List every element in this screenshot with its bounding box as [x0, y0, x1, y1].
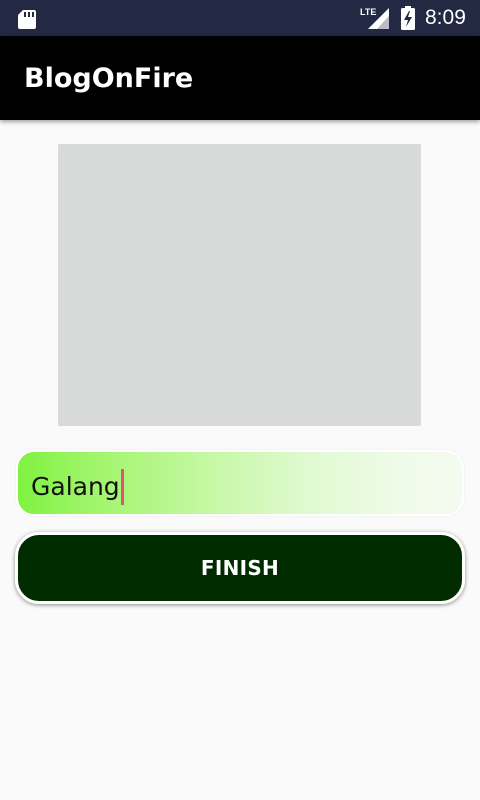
- name-input-value: Galang: [31, 472, 120, 501]
- app-title: BlogOnFire: [24, 63, 194, 94]
- lte-signal-icon: LTE: [360, 7, 389, 29]
- battery-charging-icon: [401, 6, 415, 30]
- name-input[interactable]: Galang: [16, 450, 464, 516]
- text-cursor: [120, 469, 124, 505]
- finish-button[interactable]: FINISH: [15, 532, 465, 604]
- name-input-text[interactable]: Galang: [31, 469, 124, 505]
- lte-label: LTE: [360, 7, 376, 17]
- status-bar: LTE 8:09: [0, 0, 480, 36]
- image-placeholder[interactable]: [58, 144, 421, 426]
- sd-card-icon: [18, 10, 36, 29]
- app-bar: BlogOnFire: [0, 36, 480, 120]
- status-clock: 8:09: [425, 6, 466, 29]
